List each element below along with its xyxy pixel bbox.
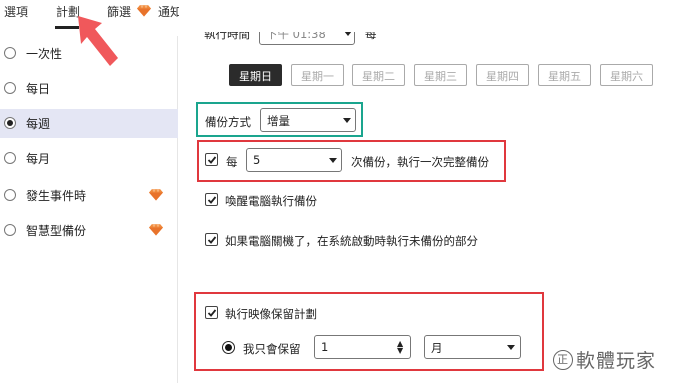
sidebar-item-on-event[interactable]: 發生事件時	[0, 181, 178, 210]
sidebar-item-smart-backup[interactable]: 智慧型備份	[0, 216, 178, 245]
sidebar-item-daily[interactable]: 每日	[0, 74, 178, 103]
sidebar-item-label: 發生事件時	[26, 189, 87, 203]
sidebar-item-label: 智慧型備份	[26, 224, 87, 238]
sidebar-item-weekly[interactable]: 每週	[0, 109, 178, 138]
retention-unit-value: 月	[431, 341, 443, 355]
backup-method-label: 備份方式	[205, 115, 251, 129]
backup-method-value: 增量	[267, 114, 290, 128]
watermark: 正軟體玩家	[553, 346, 656, 373]
sidebar-item-label: 每月	[26, 152, 51, 166]
schedule-type-sidebar: 一次性 每日 每週 每月 發生事件時 智慧型備份	[0, 36, 178, 383]
tab-bar-backdrop	[179, 0, 684, 32]
premium-gem-icon	[137, 5, 151, 17]
wake-computer-label: 喚醒電腦執行備份	[225, 194, 317, 208]
watermark-logo-icon: 正	[553, 349, 573, 370]
radio-button[interactable]	[4, 224, 16, 236]
premium-gem-icon	[149, 224, 163, 236]
checkmark-icon	[207, 156, 217, 164]
retention-plan-label: 執行映像保留計劃	[225, 307, 317, 321]
keep-only-label: 我只會保留	[243, 342, 301, 356]
run-missed-backup-label: 如果電腦關機了，在系統啟動時執行未備份的部分	[225, 234, 478, 248]
run-missed-backup-checkbox[interactable]	[205, 233, 218, 246]
retention-count-stepper[interactable]: 1 ▲ ▼	[314, 335, 411, 359]
radio-button[interactable]	[4, 152, 16, 164]
checkmark-icon	[207, 236, 217, 244]
retention-count-value: 1	[321, 340, 329, 354]
full-backup-suffix: 次備份，執行一次完整備份	[351, 155, 489, 169]
radio-button[interactable]	[4, 47, 16, 59]
checkmark-icon	[207, 309, 217, 317]
day-button-tuesday[interactable]: 星期二	[352, 64, 405, 86]
full-backup-count-select[interactable]: 5	[246, 148, 342, 172]
wake-computer-checkbox[interactable]	[205, 193, 218, 206]
sidebar-item-label: 一次性	[26, 47, 63, 61]
top-edge	[179, 0, 684, 2]
full-backup-prefix: 每	[226, 155, 238, 169]
radio-button[interactable]	[4, 189, 16, 201]
day-button-saturday[interactable]: 星期六	[600, 64, 653, 86]
retention-plan-highlight	[194, 292, 544, 371]
sidebar-item-label: 每週	[26, 117, 51, 131]
day-button-thursday[interactable]: 星期四	[476, 64, 529, 86]
chevron-down-icon	[507, 345, 515, 350]
radio-button-selected[interactable]	[4, 117, 16, 129]
day-button-wednesday[interactable]: 星期三	[414, 64, 467, 86]
chevron-down-icon	[329, 158, 337, 163]
day-button-friday[interactable]: 星期五	[538, 64, 591, 86]
sidebar-item-monthly[interactable]: 每月	[0, 144, 178, 173]
watermark-text: 軟體玩家	[576, 350, 657, 372]
checkmark-icon	[207, 196, 217, 204]
chevron-down-icon	[343, 118, 351, 123]
premium-gem-icon	[149, 189, 163, 201]
tab-options[interactable]: 選項	[4, 3, 28, 20]
full-backup-count-value: 5	[253, 153, 261, 167]
radio-button[interactable]	[4, 82, 16, 94]
keep-only-radio[interactable]	[222, 341, 235, 354]
sidebar-item-label: 每日	[26, 82, 51, 96]
retention-unit-select[interactable]: 月	[424, 335, 521, 359]
retention-plan-checkbox[interactable]	[205, 306, 218, 319]
backup-method-select[interactable]: 增量	[260, 108, 356, 132]
day-button-monday[interactable]: 星期一	[291, 64, 344, 86]
day-button-sunday[interactable]: 星期日	[229, 64, 282, 86]
full-backup-checkbox[interactable]	[205, 153, 218, 166]
spin-arrows-icon[interactable]: ▲ ▼	[397, 340, 403, 355]
annotation-arrow-icon	[78, 16, 118, 66]
